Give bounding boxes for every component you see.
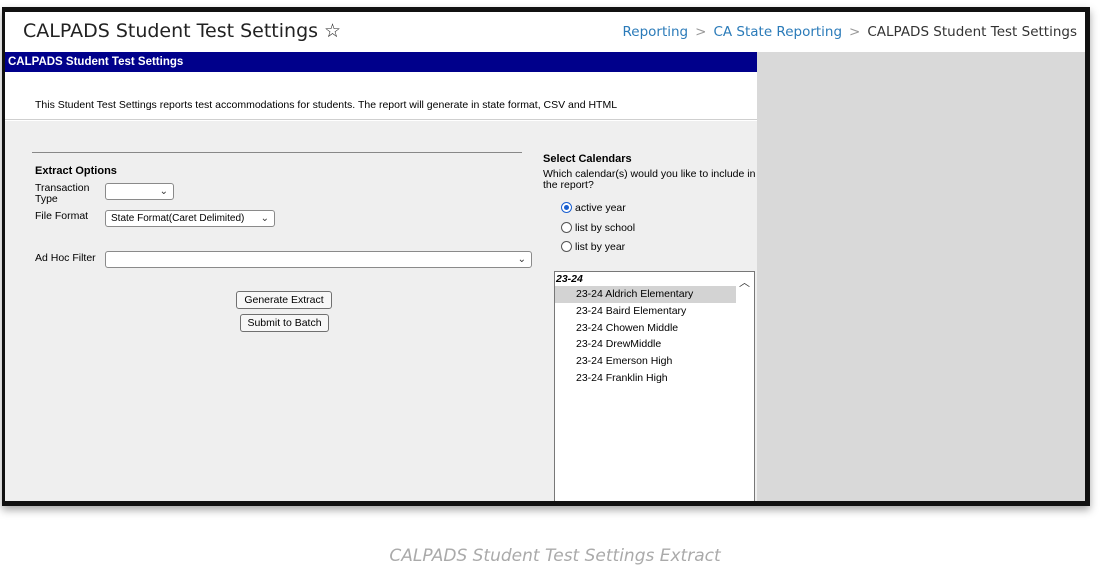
- top-bar: CALPADS Student Test Settings ☆ Reporting…: [5, 12, 1085, 52]
- main-area: CALPADS Student Test Settings This Stude…: [5, 52, 1085, 501]
- divider: [32, 152, 522, 153]
- submit-to-batch-button[interactable]: Submit to Batch: [240, 314, 329, 332]
- breadcrumb-ca-state-reporting[interactable]: CA State Reporting: [713, 24, 842, 40]
- chevron-down-icon: ⌄: [159, 186, 168, 197]
- breadcrumb-reporting[interactable]: Reporting: [622, 24, 688, 40]
- adhoc-filter-label: Ad Hoc Filter: [35, 252, 96, 264]
- file-format-value: State Format(Caret Delimited): [111, 213, 245, 224]
- calendar-group-label: 23-24: [556, 273, 583, 285]
- radio-active-year-label: active year: [575, 202, 626, 214]
- calendar-list-item[interactable]: 23-24 Baird Elementary: [555, 303, 736, 320]
- radio-list-by-school[interactable]: list by school: [561, 222, 635, 235]
- screenshot-frame: CALPADS Student Test Settings ☆ Reporting…: [2, 7, 1090, 506]
- radio-list-by-year-label: list by year: [575, 241, 626, 253]
- divider: [5, 119, 757, 120]
- file-format-label: File Format: [35, 210, 89, 222]
- file-format-select[interactable]: State Format(Caret Delimited) ⌄: [105, 210, 275, 227]
- adhoc-filter-select[interactable]: ⌄: [105, 251, 532, 268]
- radio-list-by-school-label: list by school: [575, 222, 636, 234]
- chevron-up-icon[interactable]: ︿: [739, 274, 750, 290]
- calendar-list-item[interactable]: 23-24 Chowen Middle: [555, 320, 736, 337]
- panel-header: CALPADS Student Test Settings: [5, 52, 757, 72]
- generate-extract-button[interactable]: Generate Extract: [236, 291, 332, 309]
- calendar-list-item[interactable]: 23-24 Emerson High: [555, 353, 736, 370]
- radio-unselected-icon: [561, 222, 572, 233]
- radio-unselected-icon: [561, 241, 572, 252]
- calendar-list-item[interactable]: 23-24 Franklin High: [555, 370, 736, 387]
- page-title: CALPADS Student Test Settings ☆: [23, 20, 341, 42]
- panel-description: This Student Test Settings reports test …: [35, 99, 618, 111]
- extract-options-title: Extract Options: [35, 165, 117, 177]
- calendar-listbox[interactable]: 23-24 23-24 Aldrich Elementary 23-24 Bai…: [554, 271, 755, 501]
- image-caption: CALPADS Student Test Settings Extract: [389, 546, 721, 566]
- breadcrumb: Reporting > CA State Reporting > CALPADS Stu…: [622, 24, 1077, 40]
- report-panel: CALPADS Student Test Settings This Stude…: [5, 52, 757, 501]
- chevron-down-icon: ⌄: [517, 254, 526, 265]
- breadcrumb-separator-icon: >: [695, 24, 707, 40]
- breadcrumb-separator-icon: >: [849, 24, 861, 40]
- radio-selected-icon: [561, 202, 572, 213]
- calendar-list-item[interactable]: 23-24 Aldrich Elementary: [555, 286, 736, 303]
- radio-active-year[interactable]: active year: [561, 202, 626, 215]
- calendars-question: Which calendar(s) would you like to incl…: [543, 168, 756, 191]
- transaction-type-label: Transaction Type: [35, 182, 90, 205]
- calendar-list-item[interactable]: 23-24 DrewMiddle: [555, 336, 736, 353]
- chevron-down-icon: ⌄: [260, 213, 269, 224]
- radio-list-by-year[interactable]: list by year: [561, 241, 625, 254]
- breadcrumb-current: CALPADS Student Test Settings: [867, 24, 1077, 40]
- select-calendars-title: Select Calendars: [543, 153, 632, 165]
- transaction-type-select[interactable]: ⌄: [105, 183, 174, 200]
- listbox-scrollbar[interactable]: ︿: [738, 272, 754, 501]
- page-title-text: CALPADS Student Test Settings: [23, 20, 319, 42]
- star-icon[interactable]: ☆: [324, 20, 341, 42]
